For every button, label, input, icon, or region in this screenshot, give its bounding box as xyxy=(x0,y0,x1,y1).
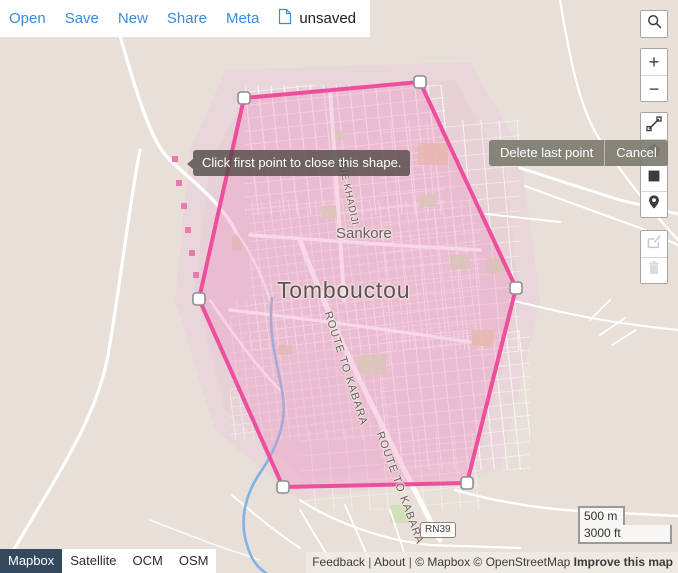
draw-line-tool[interactable] xyxy=(641,113,667,139)
map-attribution: Feedback | About | © Mapbox © OpenStreet… xyxy=(306,552,678,573)
layer-option-ocm[interactable]: OCM xyxy=(125,549,171,573)
map-editor-app: Tombouctou Sankore ROUTE TO KABARA ROUTE… xyxy=(0,0,678,573)
attribution-about-link[interactable]: About xyxy=(374,555,405,569)
delete-last-point-button[interactable]: Delete last point xyxy=(489,140,605,166)
top-toolbar: Open Save New Share Meta unsaved xyxy=(0,0,370,37)
new-link[interactable]: New xyxy=(118,10,148,27)
map-canvas[interactable]: Tombouctou Sankore ROUTE TO KABARA ROUTE… xyxy=(0,0,678,573)
layer-option-osm[interactable]: OSM xyxy=(171,549,217,573)
document-icon xyxy=(278,8,292,30)
draw-action-bar: Delete last point Cancel xyxy=(489,140,668,166)
line-icon xyxy=(646,115,662,137)
filename-label: unsaved xyxy=(299,10,357,27)
draw-marker-tool[interactable] xyxy=(641,191,667,217)
meta-link[interactable]: Meta xyxy=(226,10,259,27)
edit-tools-control[interactable] xyxy=(640,230,668,284)
share-link[interactable]: Share xyxy=(167,10,207,27)
attribution-separator-2: | xyxy=(408,555,412,569)
attribution-copyright: © Mapbox © OpenStreetMap xyxy=(415,555,571,569)
zoom-out-button[interactable]: − xyxy=(641,75,667,101)
trash-icon xyxy=(646,260,662,281)
open-link[interactable]: Open xyxy=(9,10,46,27)
layer-option-satellite[interactable]: Satellite xyxy=(62,549,124,573)
layer-switcher: Mapbox Satellite OCM OSM xyxy=(0,549,217,573)
edit-shape-tool[interactable] xyxy=(641,231,667,257)
scale-bars: 500 m 3000 ft xyxy=(578,506,672,544)
search-control[interactable] xyxy=(640,10,668,38)
scale-imperial: 3000 ft xyxy=(578,525,672,544)
filename-group: unsaved xyxy=(278,8,356,30)
search-icon xyxy=(647,14,662,34)
improve-this-map-link[interactable]: Improve this map xyxy=(574,555,673,569)
rectangle-icon xyxy=(646,168,662,189)
scale-metric: 500 m xyxy=(578,506,625,525)
draw-rectangle-tool[interactable] xyxy=(641,165,667,191)
cancel-draw-button[interactable]: Cancel xyxy=(604,140,668,166)
attribution-feedback-link[interactable]: Feedback xyxy=(312,555,365,569)
zoom-control[interactable]: + − xyxy=(640,48,668,102)
search-button[interactable] xyxy=(641,11,667,37)
delete-shape-tool[interactable] xyxy=(641,257,667,283)
zoom-in-button[interactable]: + xyxy=(641,49,667,75)
marker-pin-icon xyxy=(646,194,662,215)
layer-option-mapbox[interactable]: Mapbox xyxy=(0,549,63,573)
attribution-separator-1: | xyxy=(368,555,372,569)
pencil-square-icon xyxy=(646,234,662,255)
polygon-vertex-handles[interactable] xyxy=(0,0,678,573)
save-link[interactable]: Save xyxy=(65,10,99,27)
